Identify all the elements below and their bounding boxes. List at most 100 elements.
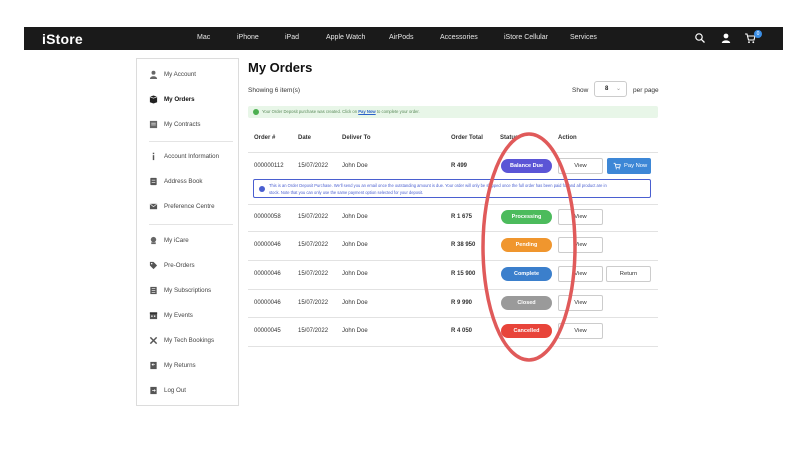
view-button[interactable]: View [558,158,603,174]
view-button[interactable]: View [558,237,603,253]
view-button[interactable]: View [558,266,603,282]
info-icon [259,186,265,192]
sidebar-item-label: My iCare [164,237,189,244]
order-date: 15/07/2022 [298,300,329,306]
deliver-to: John Doe [342,242,368,248]
sidebar-item-label: My Subscriptions [164,287,212,294]
sidebar-item-account-information[interactable]: Account Information [137,149,238,167]
nav-item-iphone[interactable]: iPhone [237,34,259,41]
order-total: R 38 950 [451,242,476,248]
account-sidebar: My Account My Orders My Contracts Accoun… [136,58,239,406]
nav-item-mac[interactable]: Mac [197,34,210,41]
status-badge: Complete [501,267,552,281]
order-date: 15/07/2022 [298,163,329,169]
sidebar-item-log-out[interactable]: Log Out [137,383,238,401]
sidebar-item-my-contracts[interactable]: My Contracts [137,117,238,135]
chevron-down-icon: ⌄ [616,86,622,92]
per-page-select[interactable]: 8 ⌄ [594,81,627,97]
sidebar-item-my-returns[interactable]: My Returns [137,358,238,376]
order-total: R 15 900 [451,271,476,277]
nav-item-services[interactable]: Services [570,34,597,41]
status-badge: Balance Due [501,159,552,173]
table-divider [248,204,658,205]
column-header-status: Status [500,135,519,141]
order-number: 000000112 [254,163,284,169]
table-divider [248,346,658,347]
info-icon [152,152,155,161]
deliver-to: John Doe [342,271,368,277]
order-total: R 9 990 [451,300,473,306]
order-number: 00000058 [254,214,281,220]
per-page-value: 8 [605,86,609,92]
sidebar-item-label: Preference Centre [164,203,215,210]
status-badge: Processing [501,210,552,224]
sidebar-item-label: My Events [164,312,193,319]
sidebar-item-pre-orders[interactable]: Pre-Orders [137,258,238,276]
order-total: R 4 050 [451,328,473,334]
sidebar-item-label: Pre-Orders [164,262,195,269]
nav-item-istore-cellular[interactable]: iStore Cellular [504,34,548,41]
view-button[interactable]: View [558,209,603,225]
pay-now-button[interactable]: Pay Now [607,158,651,174]
items-count: Showing 6 item(s) [248,87,301,94]
main-navbar: iStore Mac iPhone iPad Apple Watch AirPo… [24,27,783,50]
sidebar-item-label: My Contracts [164,121,201,128]
deliver-to: John Doe [342,214,368,220]
sidebar-item-address-book[interactable]: Address Book [137,174,238,192]
search-icon[interactable] [694,32,706,44]
logout-icon [150,386,157,395]
status-badge: Closed [501,296,552,310]
sidebar-item-my-tech-bookings[interactable]: My Tech Bookings [137,333,238,351]
view-button[interactable]: View [558,295,603,311]
nav-item-ipad[interactable]: iPad [285,34,299,41]
status-badge: Cancelled [501,324,552,338]
notice-prefix: Your Order Deposit purchase was created.… [262,109,358,114]
sidebar-item-my-icare[interactable]: My iCare [137,233,238,251]
status-badge: Pending [501,238,552,252]
view-button[interactable]: View [558,323,603,339]
address-book-icon [150,177,157,186]
table-divider [248,260,658,261]
deliver-to: John Doe [342,300,368,306]
order-date: 15/07/2022 [298,328,329,334]
table-divider [248,289,658,290]
sidebar-divider [149,224,233,225]
return-button[interactable]: Return [606,266,651,282]
annotation-oval [481,132,577,362]
sidebar-item-my-account[interactable]: My Account [137,67,238,85]
sidebar-item-preference-centre[interactable]: Preference Centre [137,199,238,217]
sidebar-item-label: My Orders [164,96,195,103]
nav-item-accessories[interactable]: Accessories [440,34,478,41]
brand-logo[interactable]: iStore [42,31,83,47]
order-number: 00000046 [254,242,281,248]
user-account-icon[interactable] [720,32,732,44]
return-icon [150,361,157,370]
order-date: 15/07/2022 [298,242,329,248]
order-date: 15/07/2022 [298,271,329,277]
user-icon [149,70,158,79]
sidebar-item-label: My Returns [164,362,196,369]
page-title: My Orders [248,60,313,75]
table-divider [248,317,658,318]
tools-icon [149,336,158,345]
sidebar-item-my-events[interactable]: My Events [137,308,238,326]
sidebar-item-my-orders[interactable]: My Orders [137,92,238,110]
care-icon [150,236,157,245]
contract-icon [149,120,158,129]
table-divider [248,152,658,153]
nav-item-apple-watch[interactable]: Apple Watch [326,34,365,41]
order-number: 00000046 [254,271,281,277]
tag-icon [149,261,158,270]
nav-item-airpods[interactable]: AirPods [389,34,414,41]
order-number: 00000046 [254,300,281,306]
column-header-order: Order # [254,135,276,141]
calendar-icon [149,312,158,320]
notice-pay-now-link[interactable]: Pay Now [358,109,375,114]
sidebar-item-label: Address Book [164,178,203,185]
sidebar-item-my-subscriptions[interactable]: My Subscriptions [137,283,238,301]
deposit-info-note: This is an Order Deposit Purchase. We'll… [253,179,651,198]
deposit-note-line-1: This is an Order Deposit Purchase. We'll… [269,183,607,188]
column-header-date: Date [298,135,312,141]
order-total: R 1 675 [451,214,473,220]
order-total: R 499 [451,163,468,169]
